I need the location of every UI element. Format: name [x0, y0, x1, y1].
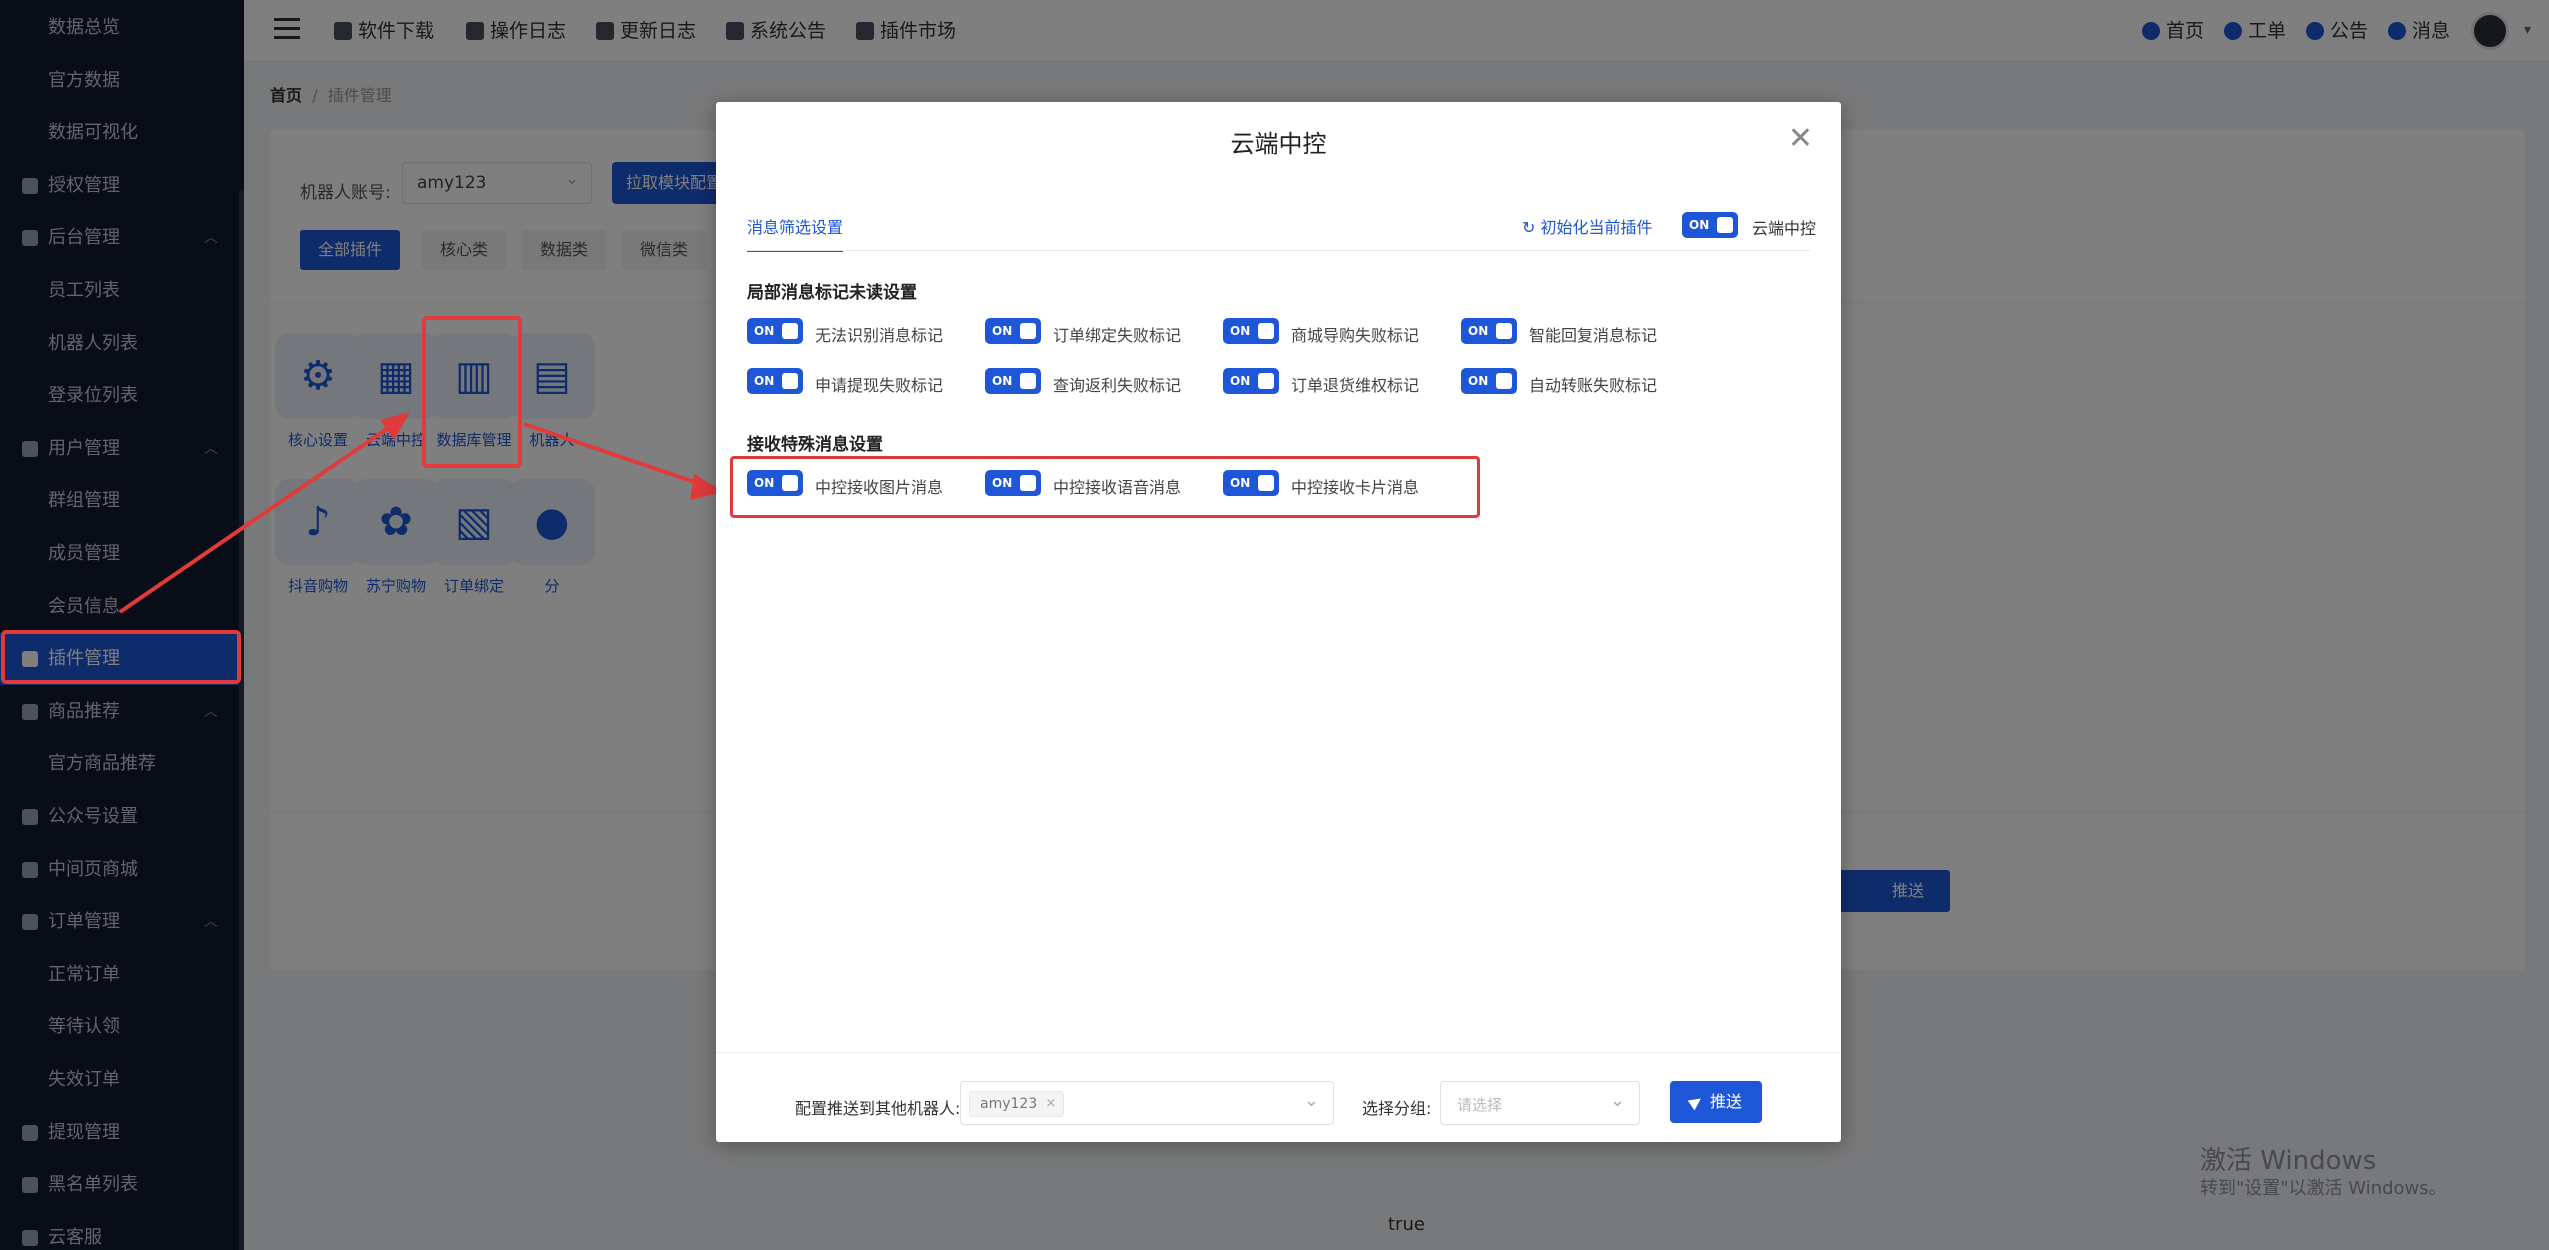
toggle-option[interactable]: ON 自动转账失败标记 [1461, 368, 1657, 396]
toggle-label: 中控接收语音消息 [1053, 478, 1182, 497]
toggle-switch[interactable]: ON [1223, 470, 1279, 496]
group-placeholder: 请选择 [1457, 1096, 1503, 1114]
switch-text: ON [992, 324, 1013, 338]
toggle-switch[interactable]: ON [747, 368, 803, 394]
toggle-option[interactable]: ON 查询返利失败标记 [985, 368, 1181, 396]
switch-text: ON [992, 476, 1013, 490]
toggle-switch[interactable]: ON [747, 318, 803, 344]
push-robots-select[interactable]: amy123 ⌄ [960, 1081, 1334, 1125]
tab-divider [747, 250, 1810, 251]
switch-text: ON [992, 374, 1013, 388]
switch-text: ON [1230, 324, 1251, 338]
toggle-label: 智能回复消息标记 [1529, 326, 1658, 345]
toggle-switch[interactable]: ON [985, 368, 1041, 394]
push-button[interactable]: 推送 [1670, 1081, 1762, 1123]
toggle-label: 自动转账失败标记 [1529, 376, 1658, 395]
toggle-option[interactable]: ON 中控接收图片消息 [747, 470, 943, 498]
toggle-option[interactable]: ON 无法识别消息标记 [747, 318, 943, 346]
toggle-option[interactable]: ON 订单退货维权标记 [1223, 368, 1419, 396]
toggle-switch[interactable]: ON [1223, 368, 1279, 394]
tab-message-filter[interactable]: 消息筛选设置 [747, 214, 844, 252]
cloud-control-modal: 云端中控 ✕ 消息筛选设置 ↻ 初始化当前插件 ON 云端中控 局部消息标记未读… [716, 102, 1841, 1142]
switch-text: ON [754, 476, 775, 490]
toggle-switch[interactable]: ON [1682, 212, 1738, 238]
push-robots-label: 配置推送到其他机器人: [795, 1099, 961, 1118]
toggle-switch[interactable]: ON [985, 318, 1041, 344]
toggle-label: 查询返利失败标记 [1053, 376, 1182, 395]
toggle-switch[interactable]: ON [1461, 368, 1517, 394]
toggle-switch[interactable]: ON [747, 470, 803, 496]
section-special-messages: 接收特殊消息设置 [747, 435, 883, 455]
toggle-label: 无法识别消息标记 [815, 326, 944, 345]
cloud-control-label: 云端中控 [1752, 219, 1817, 238]
toggle-label: 中控接收卡片消息 [1291, 478, 1420, 497]
toggle-label: 中控接收图片消息 [815, 478, 944, 497]
switch-text: ON [1230, 374, 1251, 388]
toggle-label: 订单退货维权标记 [1291, 376, 1420, 395]
switch-text: ON [754, 324, 775, 338]
chevron-down-icon: ⌄ [1303, 1090, 1319, 1111]
switch-text: ON [1468, 374, 1489, 388]
toggle-option[interactable]: ON 中控接收语音消息 [985, 470, 1181, 498]
toggle-label: 订单绑定失败标记 [1053, 326, 1182, 345]
chevron-down-icon: ⌄ [1609, 1090, 1625, 1111]
robot-tag[interactable]: amy123 [969, 1091, 1065, 1117]
cloud-control-toggle[interactable]: ON 云端中控 [1682, 212, 1816, 238]
init-plugin-link[interactable]: ↻ 初始化当前插件 [1522, 214, 1653, 238]
switch-text: ON [1230, 476, 1251, 490]
switch-text: ON [754, 374, 775, 388]
toggle-option[interactable]: ON 申请提现失败标记 [747, 368, 943, 396]
toggle-switch[interactable]: ON [1223, 318, 1279, 344]
push-label: 推送 [1709, 1092, 1742, 1111]
close-icon[interactable]: ✕ [1788, 124, 1813, 154]
modal-footer: 配置推送到其他机器人: amy123 ⌄ 选择分组: 请选择 ⌄ 推送 [716, 1052, 1841, 1142]
refresh-icon: ↻ [1522, 218, 1536, 237]
section-unread-marks: 局部消息标记未读设置 [747, 283, 917, 303]
toggle-option[interactable]: ON 订单绑定失败标记 [985, 318, 1181, 346]
toggle-switch[interactable]: ON [985, 470, 1041, 496]
group-label: 选择分组: [1362, 1099, 1432, 1118]
toggle-switch[interactable]: ON [1461, 318, 1517, 344]
toggle-option[interactable]: ON 智能回复消息标记 [1461, 318, 1657, 346]
init-plugin-label: 初始化当前插件 [1540, 218, 1653, 237]
modal-title: 云端中控 [1230, 130, 1327, 158]
toggle-label: 商城导购失败标记 [1291, 326, 1420, 345]
toggle-option[interactable]: ON 中控接收卡片消息 [1223, 470, 1419, 498]
toggle-option[interactable]: ON 商城导购失败标记 [1223, 318, 1419, 346]
switch-text: ON [1689, 218, 1710, 232]
switch-text: ON [1468, 324, 1489, 338]
send-icon [1687, 1093, 1705, 1111]
toggle-label: 申请提现失败标记 [815, 376, 944, 395]
group-select[interactable]: 请选择 ⌄ [1440, 1081, 1640, 1125]
